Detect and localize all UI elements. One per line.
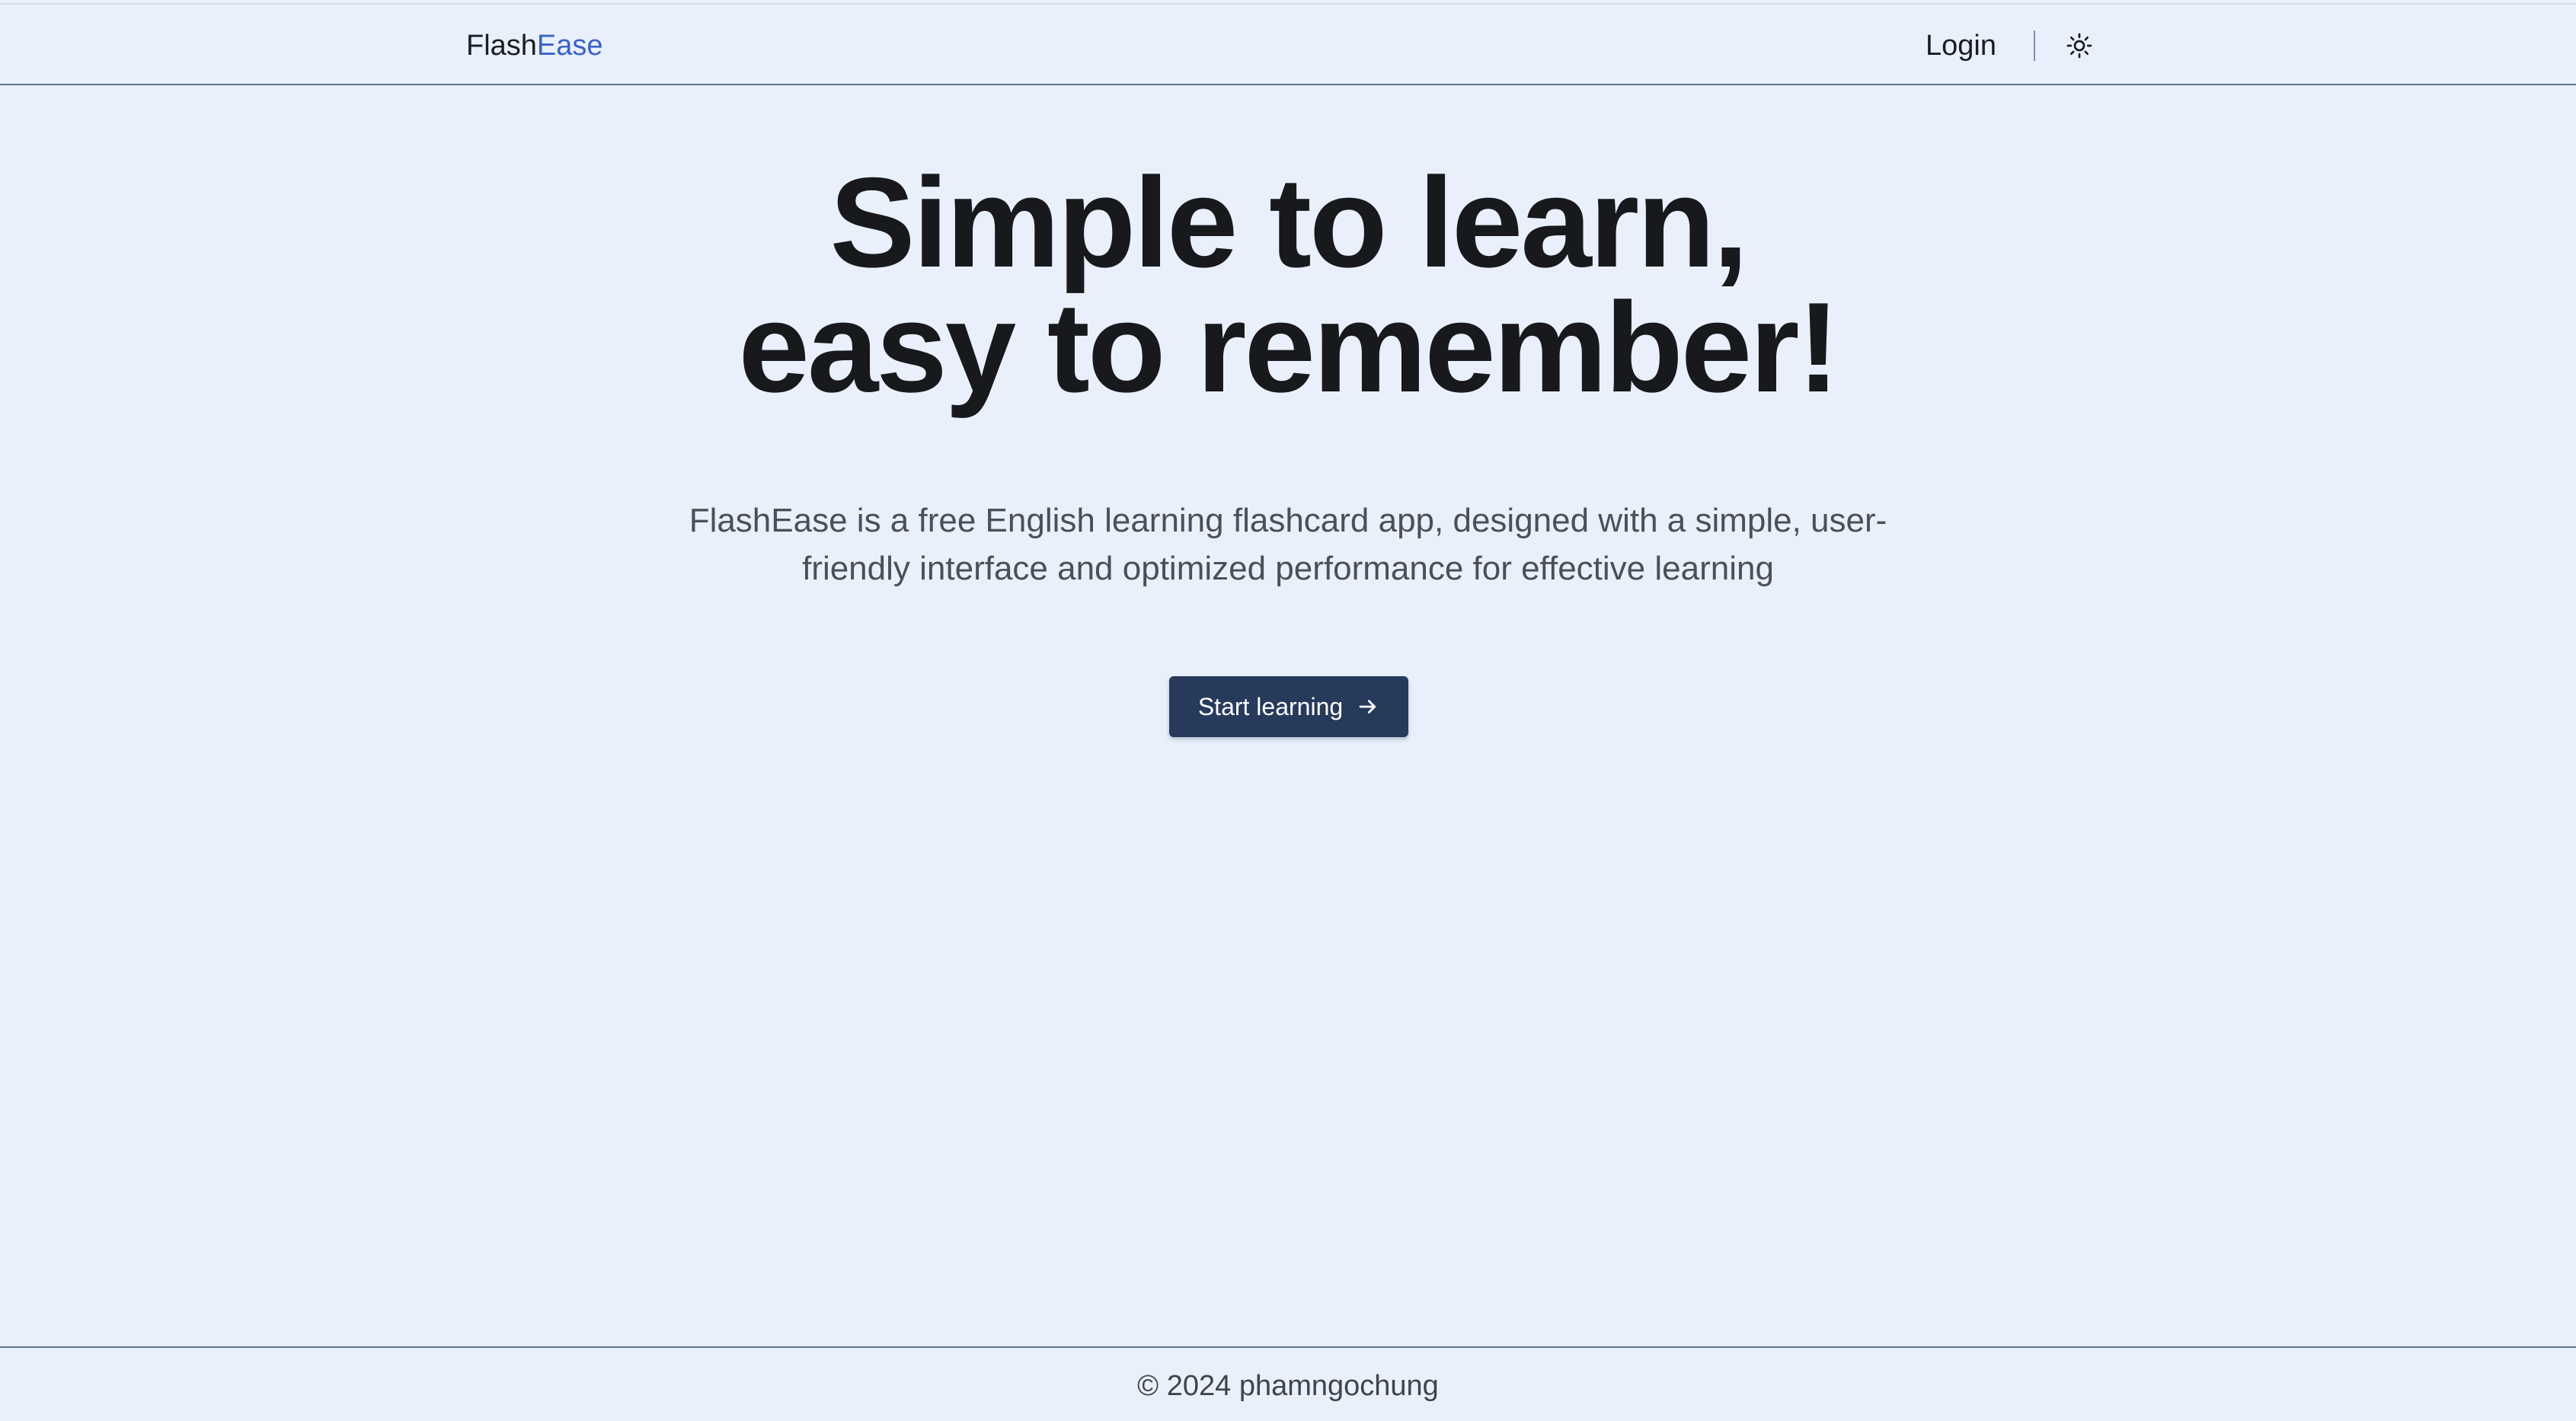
logo-text-ease: Ease <box>536 30 603 62</box>
footer: © 2024 phamngochung <box>0 1346 2576 1421</box>
theme-toggle-button[interactable] <box>2066 32 2093 59</box>
hero-title: Simple to learn, easy to remember! <box>0 151 2576 419</box>
hero-description: FlashEase is a free English learning fla… <box>689 502 1887 587</box>
start-learning-button[interactable]: Start learning <box>1169 676 1408 737</box>
footer-copyright: © 2024 phamngochung <box>1137 1370 1439 1402</box>
login-link[interactable]: Login <box>1926 27 1996 64</box>
arrow-right-icon <box>1359 700 1376 714</box>
start-learning-label: Start learning <box>1197 692 1344 720</box>
logo-text-flash: Flash <box>466 30 537 62</box>
sun-icon <box>2066 33 2092 59</box>
top-navbar: FlashEase Login <box>0 3 2576 85</box>
hero-title-line2: easy to remember! <box>738 276 1839 419</box>
nav-divider <box>2034 30 2035 61</box>
hero-title-line1: Simple to learn, <box>829 151 1749 294</box>
logo-link[interactable]: FlashEase <box>466 27 603 64</box>
page: FlashEase Login Simple to learn, easy to… <box>0 0 2576 1421</box>
